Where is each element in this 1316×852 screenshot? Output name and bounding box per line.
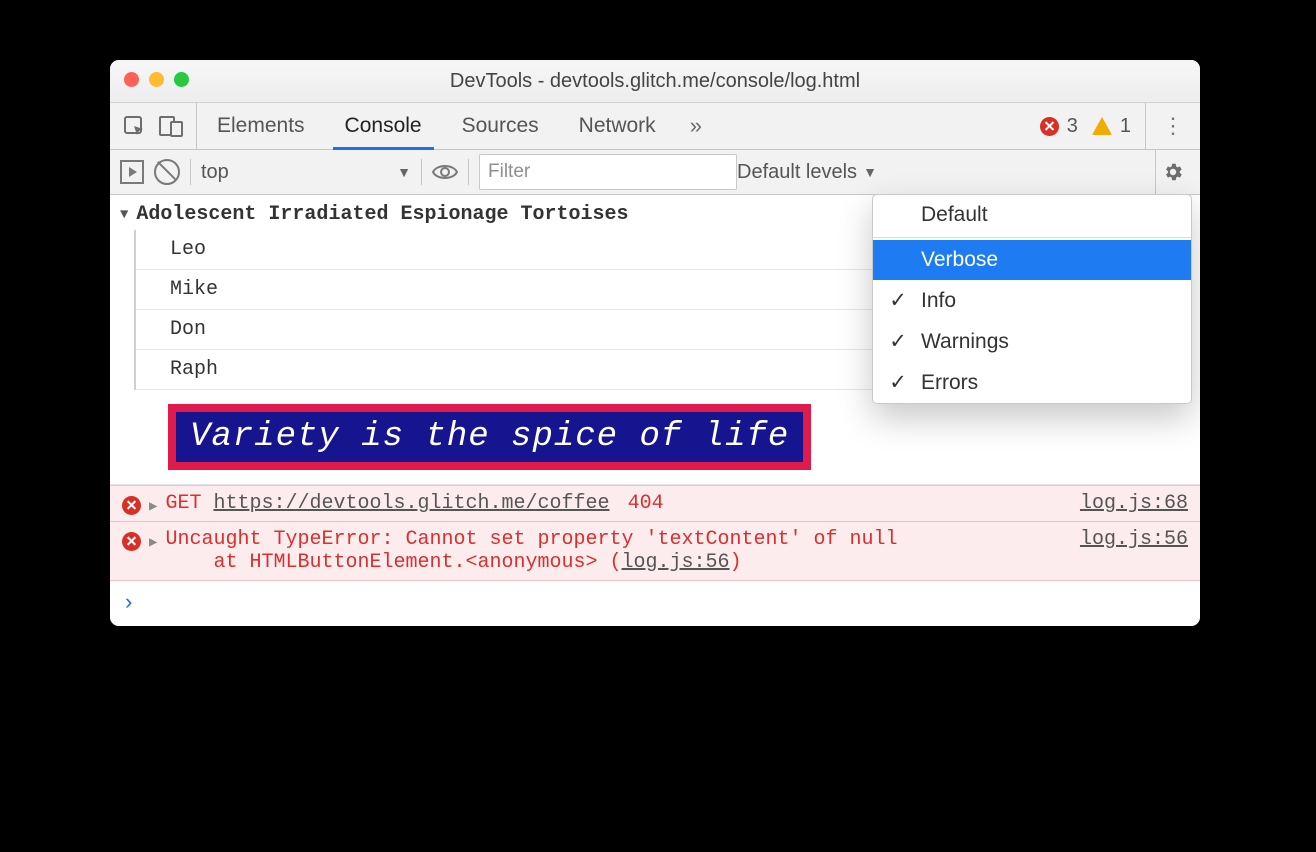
error-message: Uncaught TypeError: Cannot set property … [165,528,897,551]
message-counters[interactable]: 3 1 [1040,115,1145,138]
execution-context-select[interactable]: top ▼ [201,161,411,184]
level-option-verbose[interactable]: Verbose [873,240,1191,280]
level-option-errors[interactable]: ✓ Errors [873,362,1191,403]
context-label: top [201,161,229,184]
kebab-icon: ⋮ [1162,113,1184,139]
filter-field [479,154,719,190]
styled-log-row: Variety is the spice of life [110,390,1200,485]
tab-console[interactable]: Console [325,103,442,149]
separator [190,159,191,185]
error-icon [1040,117,1059,136]
tab-label: Network [579,114,656,138]
level-option-default[interactable]: Default [873,195,1191,235]
window-title: DevTools - devtools.glitch.me/console/lo… [110,70,1200,93]
http-status: 404 [628,492,664,515]
console-toolbar: top ▼ Default levels ▼ [110,150,1200,195]
item-text: Leo [170,238,206,261]
devtools-window: DevTools - devtools.glitch.me/console/lo… [110,60,1200,626]
check-icon: ✓ [889,329,907,354]
tab-elements[interactable]: Elements [197,103,325,149]
error-body: Uncaught TypeError: Cannot set property … [165,528,1072,574]
error-body: GET https://devtools.glitch.me/coffee 40… [165,492,1072,515]
titlebar: DevTools - devtools.glitch.me/console/lo… [110,60,1200,103]
source-link[interactable]: log.js:68 [1080,492,1188,515]
live-expression-icon[interactable] [432,163,458,181]
tab-label: Elements [217,114,305,138]
tab-network[interactable]: Network [559,103,676,149]
zoom-window-button[interactable] [174,72,189,87]
option-label: Warnings [921,330,1009,354]
separator [468,159,469,185]
error-icon [122,496,141,515]
chevron-double-right-icon: » [690,113,702,138]
disclosure-triangle-icon[interactable]: ▶ [149,534,157,551]
exception-row: ▶ Uncaught TypeError: Cannot set propert… [110,522,1200,581]
source-link[interactable]: log.js:56 [1080,528,1188,551]
clear-console-icon[interactable] [154,159,180,185]
tab-label: Console [345,114,422,138]
warning-count: 1 [1120,115,1131,138]
minimize-window-button[interactable] [149,72,164,87]
stack-suffix: ) [730,551,742,574]
check-icon: ✓ [889,370,907,395]
main-tabbar: Elements Console Sources Network » 3 1 ⋮ [110,103,1200,150]
filter-input[interactable] [479,154,737,190]
inspect-tools [110,103,197,149]
separator [421,159,422,185]
chevron-down-icon: ▼ [863,164,877,180]
console-settings-button[interactable] [1155,150,1190,194]
window-controls [124,72,189,87]
panel-tabs: Elements Console Sources Network [197,103,676,149]
error-url[interactable]: https://devtools.glitch.me/coffee [213,492,609,515]
disclosure-triangle-icon: ▼ [120,207,128,223]
network-error-row: ▶ GET https://devtools.glitch.me/coffee … [110,485,1200,522]
option-label: Errors [921,371,978,395]
option-label: Verbose [921,248,998,272]
http-verb: GET [165,492,201,515]
levels-label: Default levels [737,161,857,184]
stack-prefix: at HTMLButtonElement.<anonymous> ( [213,551,621,574]
log-levels-menu: Default Verbose ✓ Info ✓ Warnings ✓ Erro… [872,194,1192,404]
gear-icon [1162,161,1184,183]
prompt-chevron-icon: › [122,591,135,616]
menu-separator [873,237,1191,238]
disclosure-triangle-icon[interactable]: ▶ [149,498,157,515]
log-levels-select[interactable]: Default levels ▼ [737,161,877,184]
warning-icon [1092,117,1112,135]
error-count: 3 [1067,115,1078,138]
level-option-warnings[interactable]: ✓ Warnings [873,321,1191,362]
close-window-button[interactable] [124,72,139,87]
group-title: Adolescent Irradiated Espionage Tortoise… [136,203,628,226]
tab-sources[interactable]: Sources [442,103,559,149]
item-text: Don [170,318,206,341]
customize-devtools-button[interactable]: ⋮ [1145,103,1200,149]
chevron-down-icon: ▼ [397,164,411,180]
option-label: Default [921,203,988,227]
error-icon [122,532,141,551]
console-prompt[interactable]: › [110,581,1200,626]
item-text: Raph [170,358,218,381]
check-icon: ✓ [889,288,907,313]
styled-message: Variety is the spice of life [168,404,811,470]
level-option-info[interactable]: ✓ Info [873,280,1191,321]
toggle-drawer-icon[interactable] [120,160,144,184]
stack-location-link[interactable]: log.js:56 [622,551,730,574]
device-toolbar-icon[interactable] [158,114,184,138]
more-tabs-button[interactable]: » [676,113,716,139]
tab-label: Sources [462,114,539,138]
option-label: Info [921,289,956,313]
item-text: Mike [170,278,218,301]
inspect-element-icon[interactable] [122,114,146,138]
